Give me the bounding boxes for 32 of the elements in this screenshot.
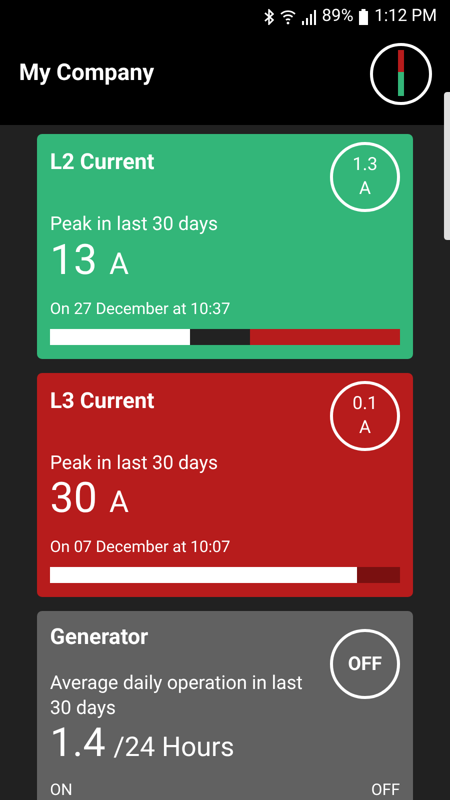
peak-unit: A [109, 484, 129, 522]
status-card[interactable]: Generator Average daily operation in last 30 days OFF 1.4 /24 Hours ON OFF [37, 611, 413, 800]
app-title: My Company [19, 58, 154, 88]
badge-text: A [359, 177, 371, 201]
battery-icon [359, 9, 368, 25]
battery-percent: 89% [322, 5, 354, 28]
card-caption: Average daily operation in last 30 days [50, 670, 304, 720]
card-title: Generator [50, 624, 150, 652]
runtime-unit: /24 Hours [114, 730, 234, 765]
wifi-icon [280, 9, 296, 25]
card-caption: Peak in last 30 days [50, 450, 219, 476]
peak-value: 30 [50, 477, 98, 521]
badge-text: 0.1 [352, 392, 378, 416]
badge-text: OFF [348, 652, 382, 676]
scale-label: OFF [371, 779, 400, 800]
badge-text: A [359, 416, 371, 440]
signal-icon [302, 10, 316, 24]
scale-label: ON [50, 779, 72, 800]
peak-value: 13 [50, 238, 98, 282]
scrollbar[interactable] [444, 92, 450, 240]
clock-time: 1:12 PM [374, 5, 437, 28]
status-card[interactable]: L3 Current 0.1 A Peak in last 30 days 30 A On 07 December at 10:07 [37, 372, 413, 597]
peak-time: On 07 December at 10:07 [50, 536, 232, 558]
runtime-value: 1.4 [50, 720, 106, 766]
card-title: L2 Current [50, 149, 154, 177]
peak-unit: A [109, 246, 129, 284]
logo-icon[interactable] [369, 42, 433, 106]
badge-text: 1.3 [352, 153, 378, 177]
bluetooth-icon [264, 9, 274, 25]
card-caption: Peak in last 30 days [50, 211, 219, 237]
peak-time: On 27 December at 10:37 [50, 298, 232, 320]
card-title: L3 Current [50, 388, 154, 416]
